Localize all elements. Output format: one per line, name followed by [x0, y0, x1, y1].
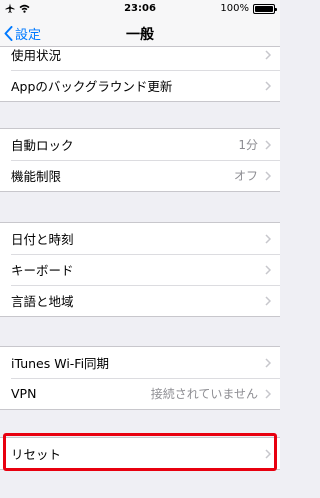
status-bar: 23:06 100% — [0, 0, 280, 20]
settings-group-lock: 自動ロック 1分 機能制限 オフ — [0, 128, 280, 192]
status-right: 100% — [220, 3, 277, 14]
cell-label: 機能制限 — [11, 169, 62, 184]
cell-label: 自動ロック — [11, 138, 74, 153]
vpn-cell[interactable]: VPN 接続されていません — [0, 378, 280, 409]
navigation-bar-overlay: 設定 一般 — [0, 20, 280, 47]
chevron-right-icon — [265, 295, 271, 306]
chevron-right-icon — [265, 264, 271, 275]
cell-label: 使用状況 — [11, 48, 62, 63]
settings-group-usage: 使用状況 Appのバックグラウンド更新 — [0, 38, 280, 102]
cell-label: VPN — [11, 386, 37, 401]
auto-lock-cell[interactable]: 自動ロック 1分 — [0, 129, 280, 160]
settings-group-region: 日付と時刻 キーボード 言語と地域 — [0, 222, 280, 317]
background-app-refresh-cell[interactable]: Appのバックグラウンド更新 — [0, 70, 280, 101]
chevron-right-icon — [265, 80, 271, 91]
page-title: 一般 — [126, 27, 154, 43]
chevron-right-icon — [265, 233, 271, 244]
keyboard-cell[interactable]: キーボード — [0, 254, 280, 285]
cell-label: 言語と地域 — [11, 294, 74, 309]
cell-label: iTunes Wi-Fi同期 — [11, 356, 110, 371]
chevron-right-icon — [265, 49, 271, 60]
settings-group-network: iTunes Wi-Fi同期 VPN 接続されていません — [0, 346, 280, 410]
chevron-right-icon — [265, 388, 271, 399]
battery-icon — [253, 3, 277, 14]
restrictions-cell[interactable]: 機能制限 オフ — [0, 160, 280, 191]
chevron-right-icon — [265, 170, 271, 181]
cell-value: オフ — [233, 169, 258, 183]
chevron-right-icon — [265, 139, 271, 150]
date-time-cell[interactable]: 日付と時刻 — [0, 223, 280, 254]
cell-label: キーボード — [11, 263, 74, 278]
cell-value: 1分 — [238, 138, 258, 152]
cell-label: Appのバックグラウンド更新 — [11, 79, 173, 94]
cell-label: 日付と時刻 — [11, 232, 74, 247]
cell-value: 接続されていません — [150, 387, 258, 401]
battery-percent: 100% — [220, 3, 249, 14]
highlight-box — [3, 433, 277, 471]
chevron-right-icon — [265, 357, 271, 368]
language-region-cell[interactable]: 言語と地域 — [0, 285, 280, 316]
itunes-wifi-sync-cell[interactable]: iTunes Wi-Fi同期 — [0, 347, 280, 378]
